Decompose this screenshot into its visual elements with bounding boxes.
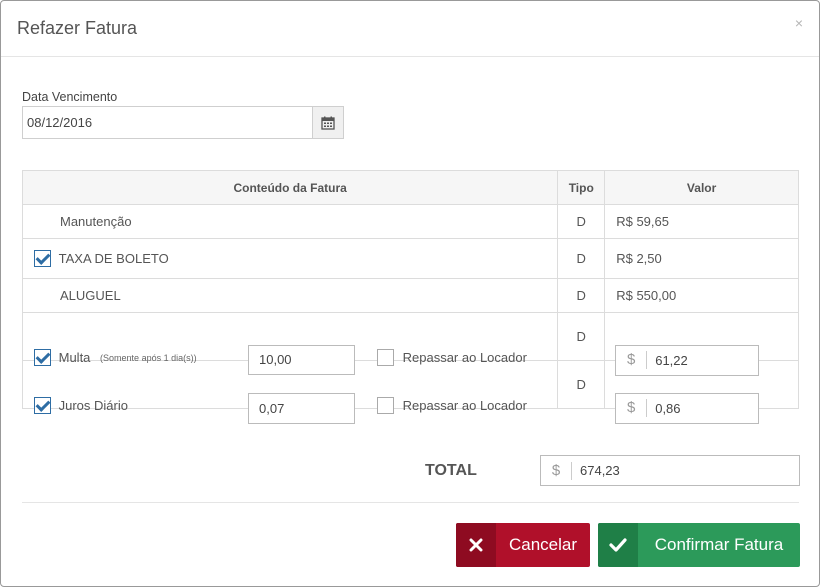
modal-header: Refazer Fatura × [1,1,819,57]
total-value: 674,23 [580,463,620,478]
footer-divider [22,502,799,503]
calendar-button[interactable] [312,106,344,139]
table-header-row: Conteúdo da Fatura Tipo Valor [21,170,799,205]
row-tipo: D [557,278,606,313]
row-valor: R$ 2,50 [604,238,799,279]
due-date-input[interactable] [22,106,312,139]
invoice-table: Conteúdo da Fatura Tipo Valor Manutenção… [21,170,799,424]
table-row: TAXA DE BOLETO D R$ 2,50 [21,238,799,279]
juros-value: 0,86 [655,400,681,416]
table-row: ALUGUEL D R$ 550,00 [21,278,799,313]
row-tipo: D [557,204,606,239]
total-value-input[interactable]: $ 674,23 [540,455,800,486]
calendar-icon [321,116,335,130]
due-date-label: Data Vencimento [22,90,118,104]
juros-repassar-checkbox[interactable] [377,396,394,414]
header-content: Conteúdo da Fatura [21,170,559,205]
row-tipo: D [557,312,606,361]
row-valor: R$ 550,00 [604,278,799,313]
header-tipo: Tipo [557,170,606,205]
due-date-group [22,106,344,139]
dollar-icon: $ [541,461,572,480]
row-desc: TAXA DE BOLETO [58,251,169,267]
table-row: Manutenção D R$ 59,65 [21,204,799,239]
header-valor: Valor [604,170,799,205]
table-row-juros: Juros Diário Repassar ao Locador D $ [21,360,799,424]
row-desc: ALUGUEL [60,288,121,303]
row-valor: R$ 59,65 [604,204,799,239]
confirm-invoice-button[interactable]: Confirmar Fatura [598,523,800,567]
juros-repassar-label: Repassar ao Locador [402,397,527,413]
dollar-icon: $ [616,399,648,417]
row-tipo: D [557,238,606,279]
juros-checkbox[interactable] [34,396,51,414]
juros-label: Juros Diário [58,397,128,413]
cancel-button[interactable]: Cancelar [456,523,590,567]
cancel-label: Cancelar [508,535,578,554]
juros-percent-input[interactable] [248,392,355,424]
table-row-multa: Multa (Somente após 1 dia(s)) Repassar a… [21,312,799,376]
confirm-label: Confirmar Fatura [654,535,784,554]
modal-title: Refazer Fatura [17,18,138,38]
refazer-fatura-modal: Refazer Fatura × Data Vencimento Conte [0,0,820,587]
close-icon [456,523,496,567]
row-desc: Manutenção [60,214,132,229]
close-icon[interactable]: × [795,15,803,31]
total-label: TOTAL [425,462,477,479]
check-icon [598,523,638,567]
juros-value-input[interactable]: $ 0,86 [615,392,760,424]
taxa-boleto-checkbox[interactable] [34,250,51,268]
row-tipo: D [557,360,606,409]
